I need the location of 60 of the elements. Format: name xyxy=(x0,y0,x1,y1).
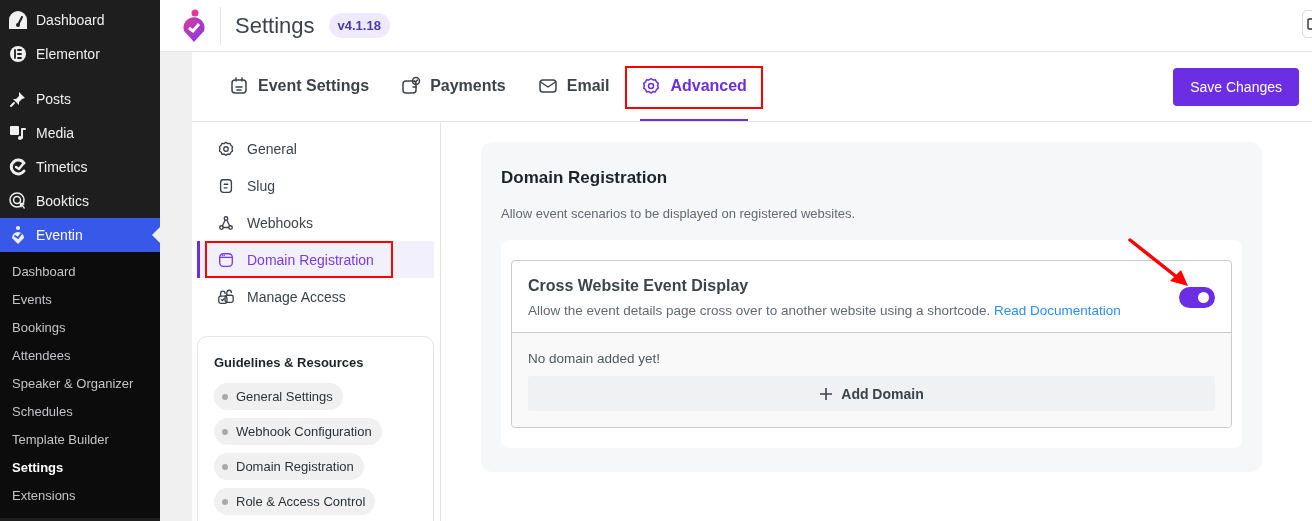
gear-icon xyxy=(641,75,662,96)
settings-tab[interactable]: Event Settings xyxy=(228,52,371,121)
c-logo-icon xyxy=(8,157,28,177)
settings-tab[interactable]: Payments xyxy=(400,52,507,121)
pushpin-icon xyxy=(8,89,28,109)
eventin-logo-icon xyxy=(182,8,206,43)
setting-title: Cross Website Event Display xyxy=(528,277,750,295)
wallet-check-icon xyxy=(401,75,422,96)
bullet-icon xyxy=(222,393,228,400)
guideline-link[interactable]: Role & Access Control xyxy=(214,488,376,515)
guideline-link[interactable]: Domain Registration xyxy=(214,453,364,480)
save-button[interactable]: Save Changes xyxy=(1173,67,1299,106)
admin-menu-item[interactable]: Elementor xyxy=(0,37,160,71)
elementor-icon xyxy=(8,44,28,64)
guidelines-title: Guidelines & Resources xyxy=(214,355,365,370)
settings-nav-item[interactable]: Slug xyxy=(197,167,434,204)
bullet-icon xyxy=(222,498,228,505)
settings-nav-item[interactable]: Domain Registration xyxy=(197,241,434,278)
empty-message: No domain added yet! xyxy=(528,351,662,366)
admin-menu-item[interactable]: Media xyxy=(0,116,160,150)
gear-icon xyxy=(217,139,235,158)
guideline-link[interactable]: Webhook Configuration xyxy=(214,418,382,445)
admin-submenu-item[interactable]: Attendees xyxy=(0,342,160,370)
calendar-icon xyxy=(229,75,249,96)
admin-submenu-item[interactable]: Dashboard xyxy=(0,258,160,286)
admin-submenu-item[interactable]: Bookings xyxy=(0,314,160,342)
settings-tab[interactable]: Advanced xyxy=(640,52,748,121)
admin-menu-item[interactable]: Eventin xyxy=(0,218,160,252)
admin-submenu-item[interactable]: Template Builder xyxy=(0,426,160,454)
guideline-link[interactable]: General Settings xyxy=(214,383,343,410)
toggle-switch[interactable] xyxy=(1179,287,1215,308)
bullet-icon xyxy=(222,463,228,470)
admin-submenu-item[interactable]: Events xyxy=(0,286,160,314)
section-title: Domain Registration xyxy=(501,168,669,188)
cursor-circle-icon xyxy=(8,191,28,211)
admin-menu-item[interactable]: Dashboard xyxy=(0,3,160,37)
page-title: Settings xyxy=(235,12,315,39)
document-icon xyxy=(217,176,235,195)
setting-description: Allow the event details page cross over to another website using a shortcode. Read Documentation xyxy=(528,303,1122,318)
admin-menu-item[interactable]: Booktics xyxy=(0,184,160,218)
settings-nav-item[interactable]: Webhooks xyxy=(197,204,434,241)
admin-submenu-item[interactable]: Extensions xyxy=(0,482,160,510)
settings-nav-item[interactable]: General xyxy=(197,130,434,167)
version-badge: v4.1.18 xyxy=(328,13,390,38)
add-domain-button[interactable]: Add Domain xyxy=(528,376,1215,411)
admin-submenu-item[interactable]: Speaker & Organizer xyxy=(0,370,160,398)
bullet-icon xyxy=(222,428,228,435)
settings-tab[interactable]: Email xyxy=(536,52,611,121)
webhook-icon xyxy=(217,213,235,232)
locks-icon xyxy=(217,287,235,306)
plus-icon xyxy=(819,386,834,401)
gauge-icon xyxy=(8,10,28,30)
media-icon xyxy=(8,123,28,143)
browser-window-icon xyxy=(217,250,235,269)
section-description: Allow event scenarios to be displayed on registered websites. xyxy=(501,206,857,221)
admin-menu-item[interactable]: Timetics xyxy=(0,150,160,184)
settings-nav-item[interactable]: Manage Access xyxy=(197,278,434,315)
admin-submenu-item[interactable]: Schedules xyxy=(0,398,160,426)
admin-submenu-item[interactable]: Settings xyxy=(0,454,160,482)
admin-menu-item[interactable]: Posts xyxy=(0,82,160,116)
